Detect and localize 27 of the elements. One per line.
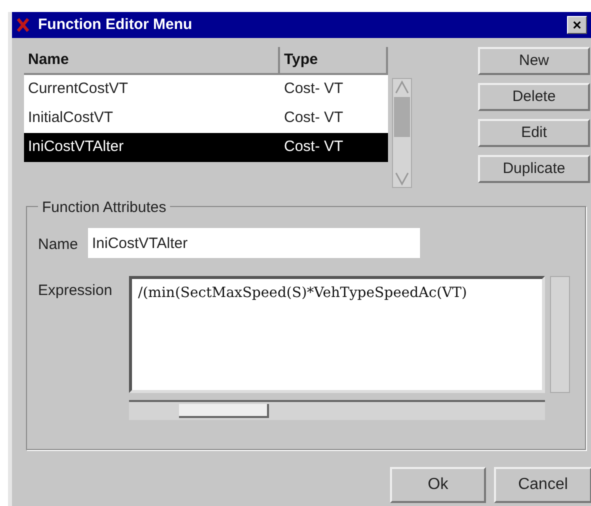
ok-button[interactable]: Ok [390,467,486,503]
scrollbar-thumb[interactable] [179,404,269,418]
name-field[interactable]: IniCostVTAlter [88,228,420,258]
action-button[interactable]: New [478,47,590,75]
vertical-scrollbar[interactable] [550,276,570,393]
vertical-scrollbar[interactable] [392,78,412,188]
expression-field[interactable]: /(min(SectMaxSpeed(S)*VehTypeSpeedAc(VT) [129,276,545,393]
action-button[interactable]: Duplicate [478,155,590,183]
table-row[interactable]: IniCostVTAlter Cost- VT [24,133,388,162]
action-button[interactable]: Edit [478,119,590,147]
name-cell-text: IniCostVTAlter [27,137,125,158]
close-button[interactable]: × [567,16,587,34]
column-header[interactable]: Name [24,47,280,75]
type-cell-text: Cost- VT [283,137,344,158]
action-button[interactable]: Delete [478,83,590,111]
name-label: Name [38,235,78,255]
scrollbar-thumb[interactable] [394,97,410,137]
type-cell-text: Cost- VT [283,79,344,100]
column-header[interactable]: Type [280,47,388,75]
name-cell-text: InitialCostVT [27,108,114,128]
type-cell-text: Cost- VT [283,108,344,128]
expression-label: Expression [38,281,112,301]
x-icon [16,17,30,33]
window-title: Function Editor Menu [38,14,192,35]
cancel-button[interactable]: Cancel [494,467,591,503]
name-cell-text: CurrentCostVT [27,79,130,100]
horizontal-scrollbar[interactable] [129,400,545,420]
